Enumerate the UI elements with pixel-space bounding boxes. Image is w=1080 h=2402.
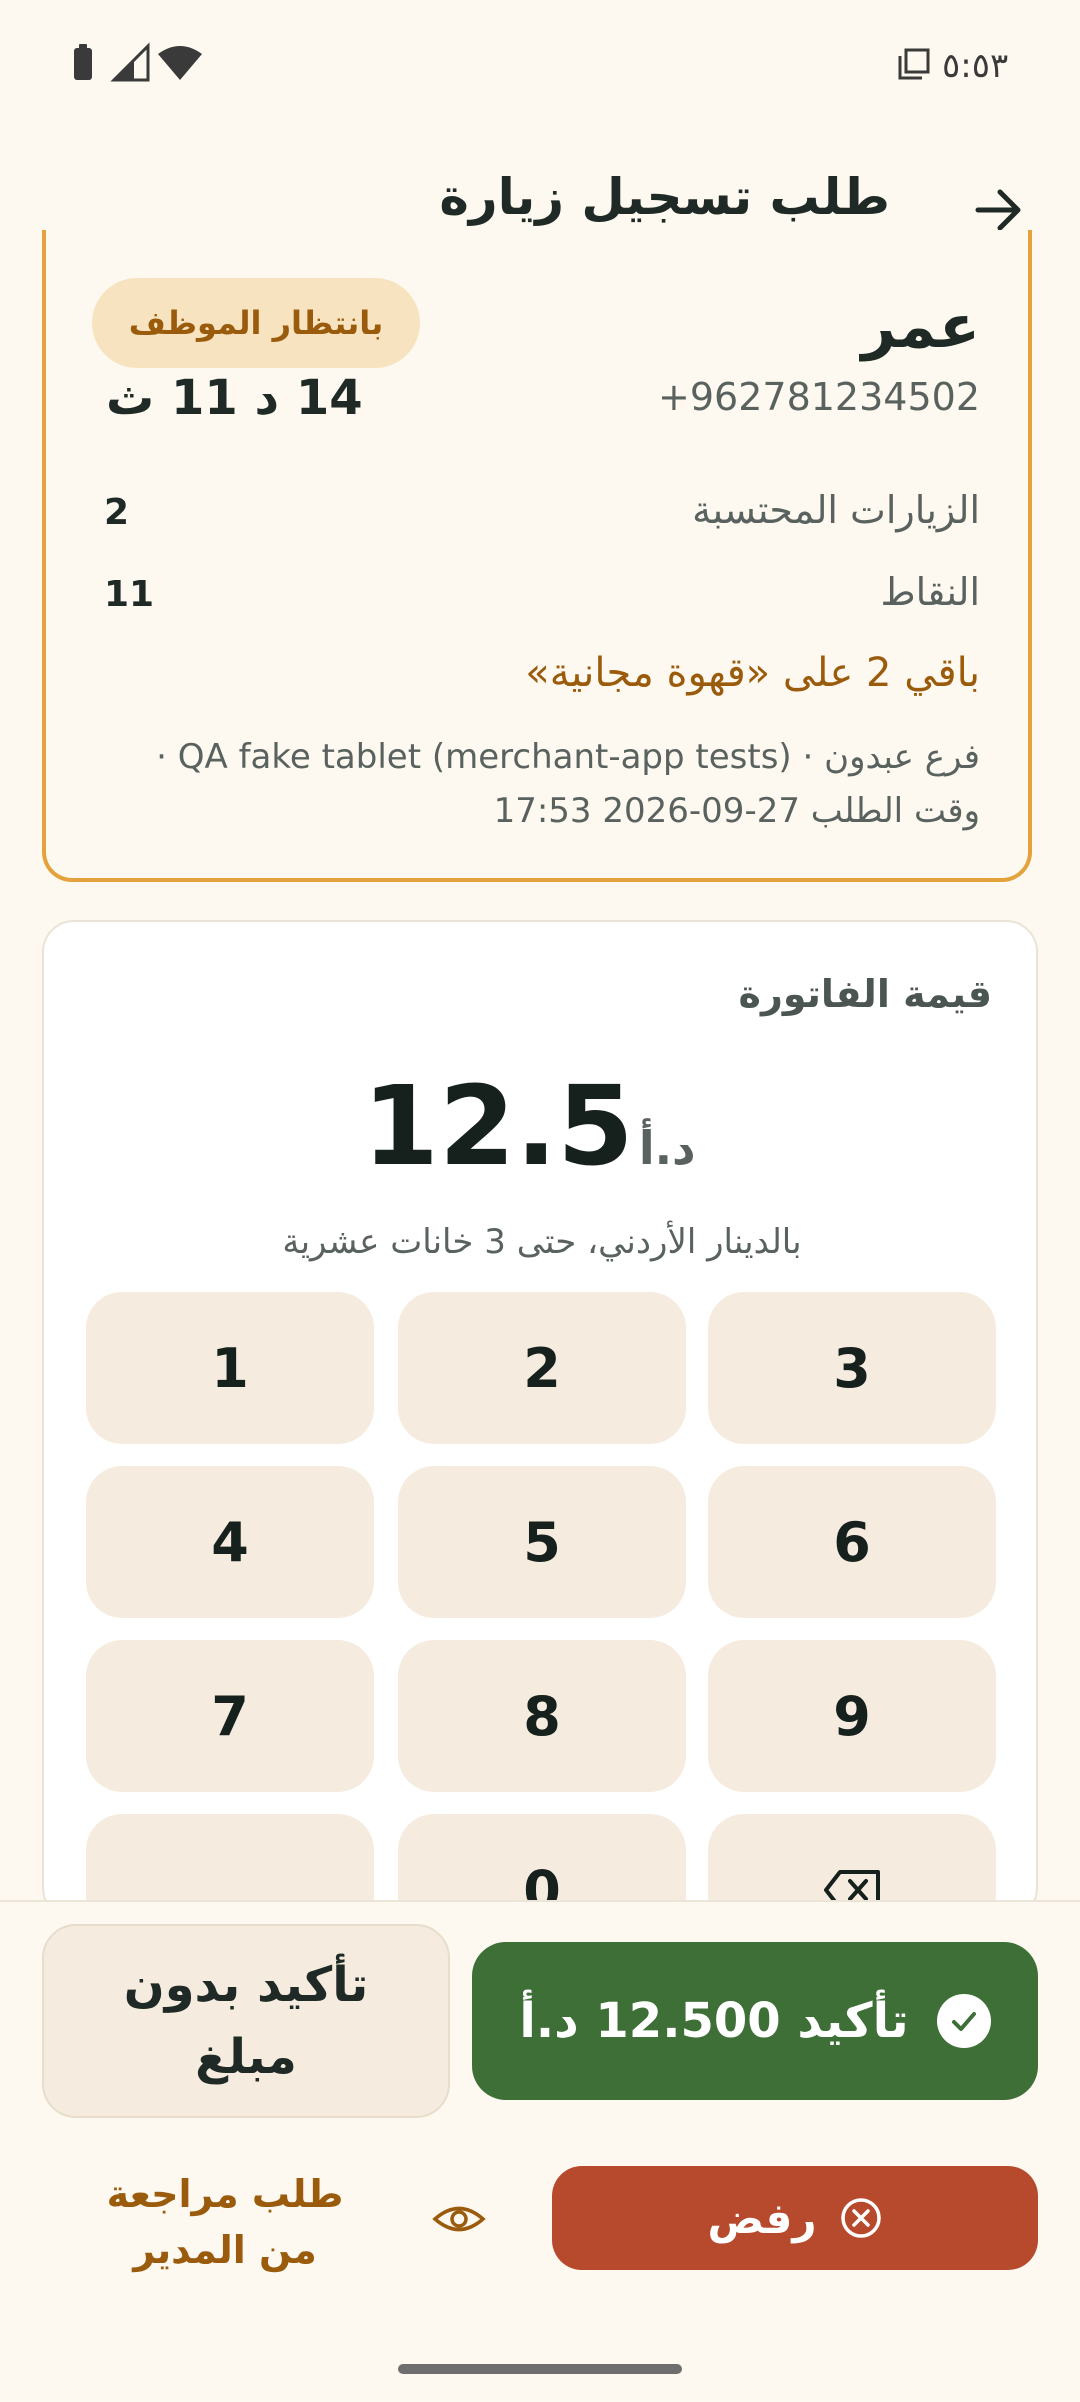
page-title: طلب تسجيل زيارة: [439, 168, 890, 226]
confirm-button[interactable]: تأكيد 12.500 د.أ: [472, 1942, 1038, 2100]
close-circle-icon: [840, 2198, 881, 2238]
visits-label: الزيارات المحتسبة: [692, 488, 980, 532]
wifi-icon: [158, 46, 202, 80]
customer-phone: +962781234502: [658, 375, 980, 419]
action-bar: تأكيد 12.500 د.أ تأكيد بدون مبلغ رفض طلب…: [0, 1900, 1080, 2402]
key-5[interactable]: 5: [398, 1466, 686, 1618]
key-6[interactable]: 6: [708, 1466, 996, 1618]
eye-icon: [432, 2206, 486, 2232]
amount-currency: د.أ: [638, 1121, 696, 1175]
key-1[interactable]: 1: [86, 1292, 374, 1444]
request-review-button[interactable]: طلب مراجعة من المدير: [90, 2166, 360, 2278]
battery-icon: [74, 44, 92, 80]
reject-label: رفض: [707, 2193, 817, 2243]
amount-value: 12.5: [362, 1062, 634, 1190]
confirm-label: تأكيد 12.500 د.أ: [519, 1993, 909, 2049]
status-bar: ٥:٥٣: [0, 0, 1080, 130]
key-3[interactable]: 3: [708, 1292, 996, 1444]
screen-copy-icon: [898, 48, 930, 80]
customer-name: عمر: [861, 292, 980, 362]
key-7[interactable]: 7: [86, 1640, 374, 1792]
status-icons: [72, 42, 202, 86]
amount-panel: قيمة الفاتورة د.أ 12.5 بالدينار الأردني،…: [42, 920, 1040, 1966]
confirm-no-amount-button[interactable]: تأكيد بدون مبلغ: [42, 1924, 450, 2118]
signal-icon: [110, 42, 150, 82]
points-label: النقاط: [880, 570, 980, 614]
elapsed-timer: 14 د 11 ث: [106, 370, 363, 426]
points-value: 11: [104, 574, 155, 615]
reject-button[interactable]: رفض: [552, 2166, 1038, 2270]
key-9[interactable]: 9: [708, 1640, 996, 1792]
branch-info: فرع عبدون · QA fake tablet (merchant-app…: [156, 737, 980, 831]
key-4[interactable]: 4: [86, 1466, 374, 1618]
reward-progress: باقي 2 على «قهوة مجانية»: [525, 650, 980, 696]
home-indicator[interactable]: [398, 2364, 682, 2374]
key-2[interactable]: 2: [398, 1292, 686, 1444]
amount-label: قيمة الفاتورة: [738, 972, 992, 1016]
status-time: ٥:٥٣: [942, 46, 1009, 86]
status-badge: بانتظار الموظف: [92, 278, 420, 368]
amount-display: د.أ 12.5: [44, 1062, 1040, 1190]
customer-card: عمر بانتظار الموظف +962781234502 14 د 11…: [42, 230, 1032, 882]
amount-hint: بالدينار الأردني، حتى 3 خانات عشرية: [282, 1222, 802, 1262]
check-circle-icon: [936, 1994, 991, 2048]
visits-value: 2: [104, 492, 130, 533]
key-8[interactable]: 8: [398, 1640, 686, 1792]
